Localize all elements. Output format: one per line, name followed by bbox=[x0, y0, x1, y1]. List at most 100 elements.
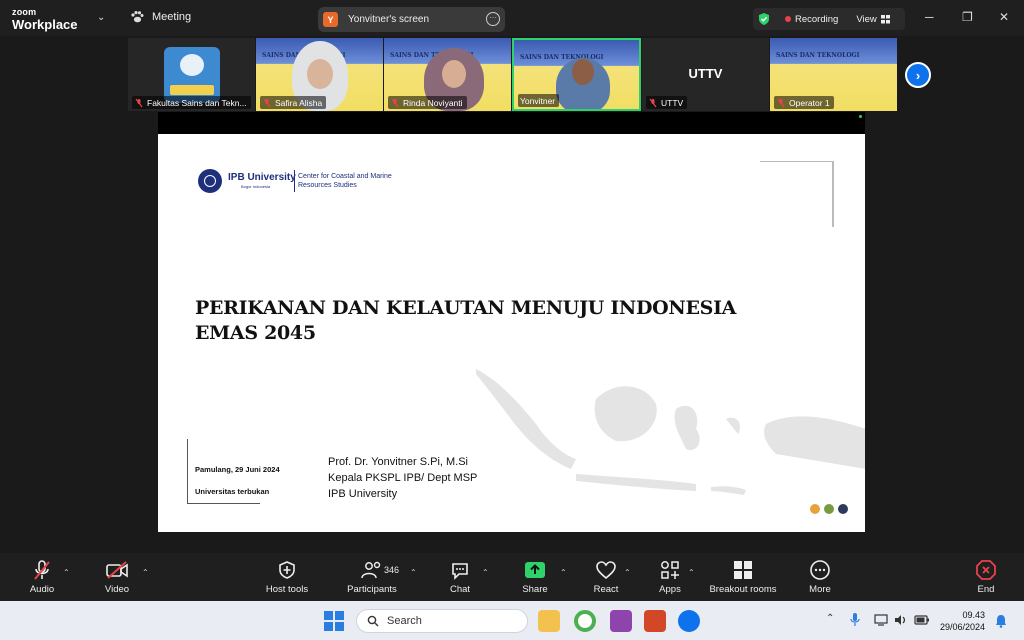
ipb-logo-icon bbox=[198, 169, 222, 193]
participant-tile[interactable]: SAINS DAN TEKNOLOGI Operator 1 bbox=[770, 38, 897, 111]
tray-overflow-icon[interactable]: ⌃ bbox=[826, 613, 834, 624]
search-placeholder: Search bbox=[387, 615, 422, 627]
shared-screen-pill[interactable]: Y Yonvitner's screen ··· bbox=[318, 7, 505, 32]
chevron-down-icon[interactable]: ⌄ bbox=[97, 12, 105, 23]
network-icon[interactable] bbox=[874, 614, 888, 626]
more-options-icon[interactable]: ··· bbox=[486, 12, 500, 26]
recording-area: Recording View bbox=[753, 8, 905, 30]
logo-divider bbox=[294, 170, 295, 192]
clock[interactable]: 09.43 29/06/2024 bbox=[940, 609, 985, 633]
zoom-taskbar-icon[interactable] bbox=[678, 610, 700, 632]
host-tools-label: Host tools bbox=[265, 584, 309, 595]
slide-title: PERIKANAN DAN KELAUTAN MENUJU INDONESIA … bbox=[195, 296, 755, 346]
view-label: View bbox=[856, 13, 877, 25]
chat-icon bbox=[452, 563, 468, 580]
slide-place: Universitas terbukan bbox=[195, 487, 270, 496]
battery-icon[interactable] bbox=[914, 614, 930, 626]
react-options-caret-icon[interactable]: ⌃ bbox=[624, 568, 631, 577]
notification-bell-icon[interactable] bbox=[995, 614, 1007, 628]
presenter-affiliation: IPB University bbox=[328, 488, 398, 500]
mic-muted-icon bbox=[34, 560, 50, 580]
sharer-avatar: Y bbox=[323, 12, 338, 27]
meeting-button[interactable]: Meeting bbox=[130, 10, 191, 24]
taskbar-search[interactable]: Search bbox=[356, 609, 528, 633]
more-icon bbox=[810, 560, 830, 580]
slide-title-line1: PERIKANAN DAN KELAUTAN MENUJU INDONESIA bbox=[195, 297, 737, 319]
share-options-caret-icon[interactable]: ⌃ bbox=[560, 568, 567, 577]
presenter-name: Prof. Dr. Yonvitner S.Pi, M.Si bbox=[328, 456, 469, 468]
shield-icon bbox=[279, 561, 295, 579]
more-label: More bbox=[809, 584, 831, 595]
more-button[interactable]: More bbox=[806, 559, 834, 595]
file-explorer-icon[interactable] bbox=[538, 610, 560, 632]
end-meeting-button[interactable]: End bbox=[974, 559, 998, 595]
accent-line-vertical bbox=[187, 439, 188, 504]
breakout-rooms-label: Breakout rooms bbox=[709, 584, 777, 595]
participant-name: Operator 1 bbox=[774, 96, 834, 109]
next-page-arrow-icon[interactable]: › bbox=[905, 62, 931, 88]
clock-time: 09.43 bbox=[962, 610, 986, 620]
zoom-logo[interactable]: zoom Workplace bbox=[12, 6, 78, 31]
participant-name: Rinda Noviyanti bbox=[388, 96, 467, 109]
mic-muted-icon bbox=[649, 98, 657, 107]
zoom-window: zoom Workplace ⌄ Meeting Y Yonvitner's s… bbox=[0, 0, 1024, 640]
participants-options-caret-icon[interactable]: ⌃ bbox=[410, 568, 417, 577]
participant-tile[interactable]: SAINS DAN TEKNOLOGI Rinda Noviyanti bbox=[384, 38, 511, 111]
presenter-position: Kepala PKSPL IPB/ Dept MSP bbox=[328, 472, 478, 484]
mic-muted-icon bbox=[263, 98, 271, 107]
participants-label: Participants bbox=[347, 584, 397, 595]
grid-icon bbox=[880, 14, 890, 23]
apps-icon bbox=[661, 561, 679, 579]
meeting-toolbar: Audio ⌃ Video ⌃ Host tools Participants … bbox=[0, 553, 1024, 601]
shield-check-icon[interactable] bbox=[757, 12, 771, 26]
participant-name-text: Safira Alisha bbox=[275, 97, 323, 108]
breakout-rooms-button[interactable]: Breakout rooms bbox=[706, 559, 780, 595]
participant-tile[interactable]: SAINS DAN TEKNOLOGI Safira Alisha bbox=[256, 38, 383, 111]
participant-name: Yonvitner bbox=[518, 94, 560, 107]
participant-tile[interactable]: Fakultas Sains dan Tekn... bbox=[128, 38, 255, 111]
center-name: Center for Coastal and Marine Resources … bbox=[298, 173, 392, 189]
video-button[interactable]: Video bbox=[102, 559, 132, 595]
participant-video bbox=[556, 58, 610, 109]
windows-taskbar: Search ⌃ 09.43 29/06/2024 bbox=[0, 601, 1024, 640]
audio-button[interactable]: Audio bbox=[28, 559, 56, 595]
chat-options-caret-icon[interactable]: ⌃ bbox=[482, 568, 489, 577]
chat-button[interactable]: Chat bbox=[446, 559, 474, 595]
decor-dot bbox=[824, 504, 834, 514]
recording-label[interactable]: Recording bbox=[795, 14, 838, 25]
volume-icon[interactable] bbox=[894, 614, 908, 626]
share-button[interactable]: Share bbox=[520, 559, 550, 595]
participant-name: Safira Alisha bbox=[260, 96, 327, 109]
video-options-caret-icon[interactable]: ⌃ bbox=[142, 568, 149, 577]
apps-button[interactable]: Apps bbox=[656, 559, 684, 595]
recording-dot-icon bbox=[785, 16, 791, 22]
audio-label: Audio bbox=[29, 584, 55, 595]
search-icon bbox=[367, 615, 379, 627]
participant-tile-active[interactable]: SAINS DAN TEKNOLOGI Yonvitner bbox=[512, 38, 641, 111]
pdf-app-icon[interactable] bbox=[610, 610, 632, 632]
audio-options-caret-icon[interactable]: ⌃ bbox=[63, 568, 70, 577]
clock-date: 29/06/2024 bbox=[940, 622, 986, 632]
react-button[interactable]: React bbox=[590, 559, 622, 595]
logo-workplace-text: Workplace bbox=[12, 17, 78, 32]
participant-name-text: Yonvitner bbox=[520, 95, 556, 106]
host-tools-button[interactable]: Host tools bbox=[262, 559, 312, 595]
shared-screen: IPB University Bogor Indonesia Center fo… bbox=[158, 112, 865, 532]
apps-options-caret-icon[interactable]: ⌃ bbox=[688, 568, 695, 577]
windows-start-icon[interactable] bbox=[324, 611, 344, 631]
view-button[interactable]: View bbox=[856, 14, 890, 25]
minimize-icon[interactable]: ─ bbox=[925, 10, 934, 24]
close-icon[interactable]: ✕ bbox=[999, 10, 1009, 24]
share-label: Share bbox=[522, 584, 548, 595]
corner-line-top bbox=[760, 161, 833, 162]
slide-date: Pamulang, 29 Juni 2024 bbox=[195, 465, 280, 474]
microphone-icon[interactable] bbox=[850, 613, 860, 627]
indonesia-map-watermark bbox=[476, 369, 865, 495]
chrome-icon[interactable] bbox=[574, 610, 596, 632]
restore-icon[interactable]: ❐ bbox=[962, 10, 973, 24]
end-label: End bbox=[977, 584, 995, 595]
corner-line-right bbox=[832, 161, 834, 227]
participant-tile[interactable]: UTTV UTTV bbox=[642, 38, 769, 111]
powerpoint-icon[interactable] bbox=[644, 610, 666, 632]
video-off-icon bbox=[106, 561, 128, 579]
